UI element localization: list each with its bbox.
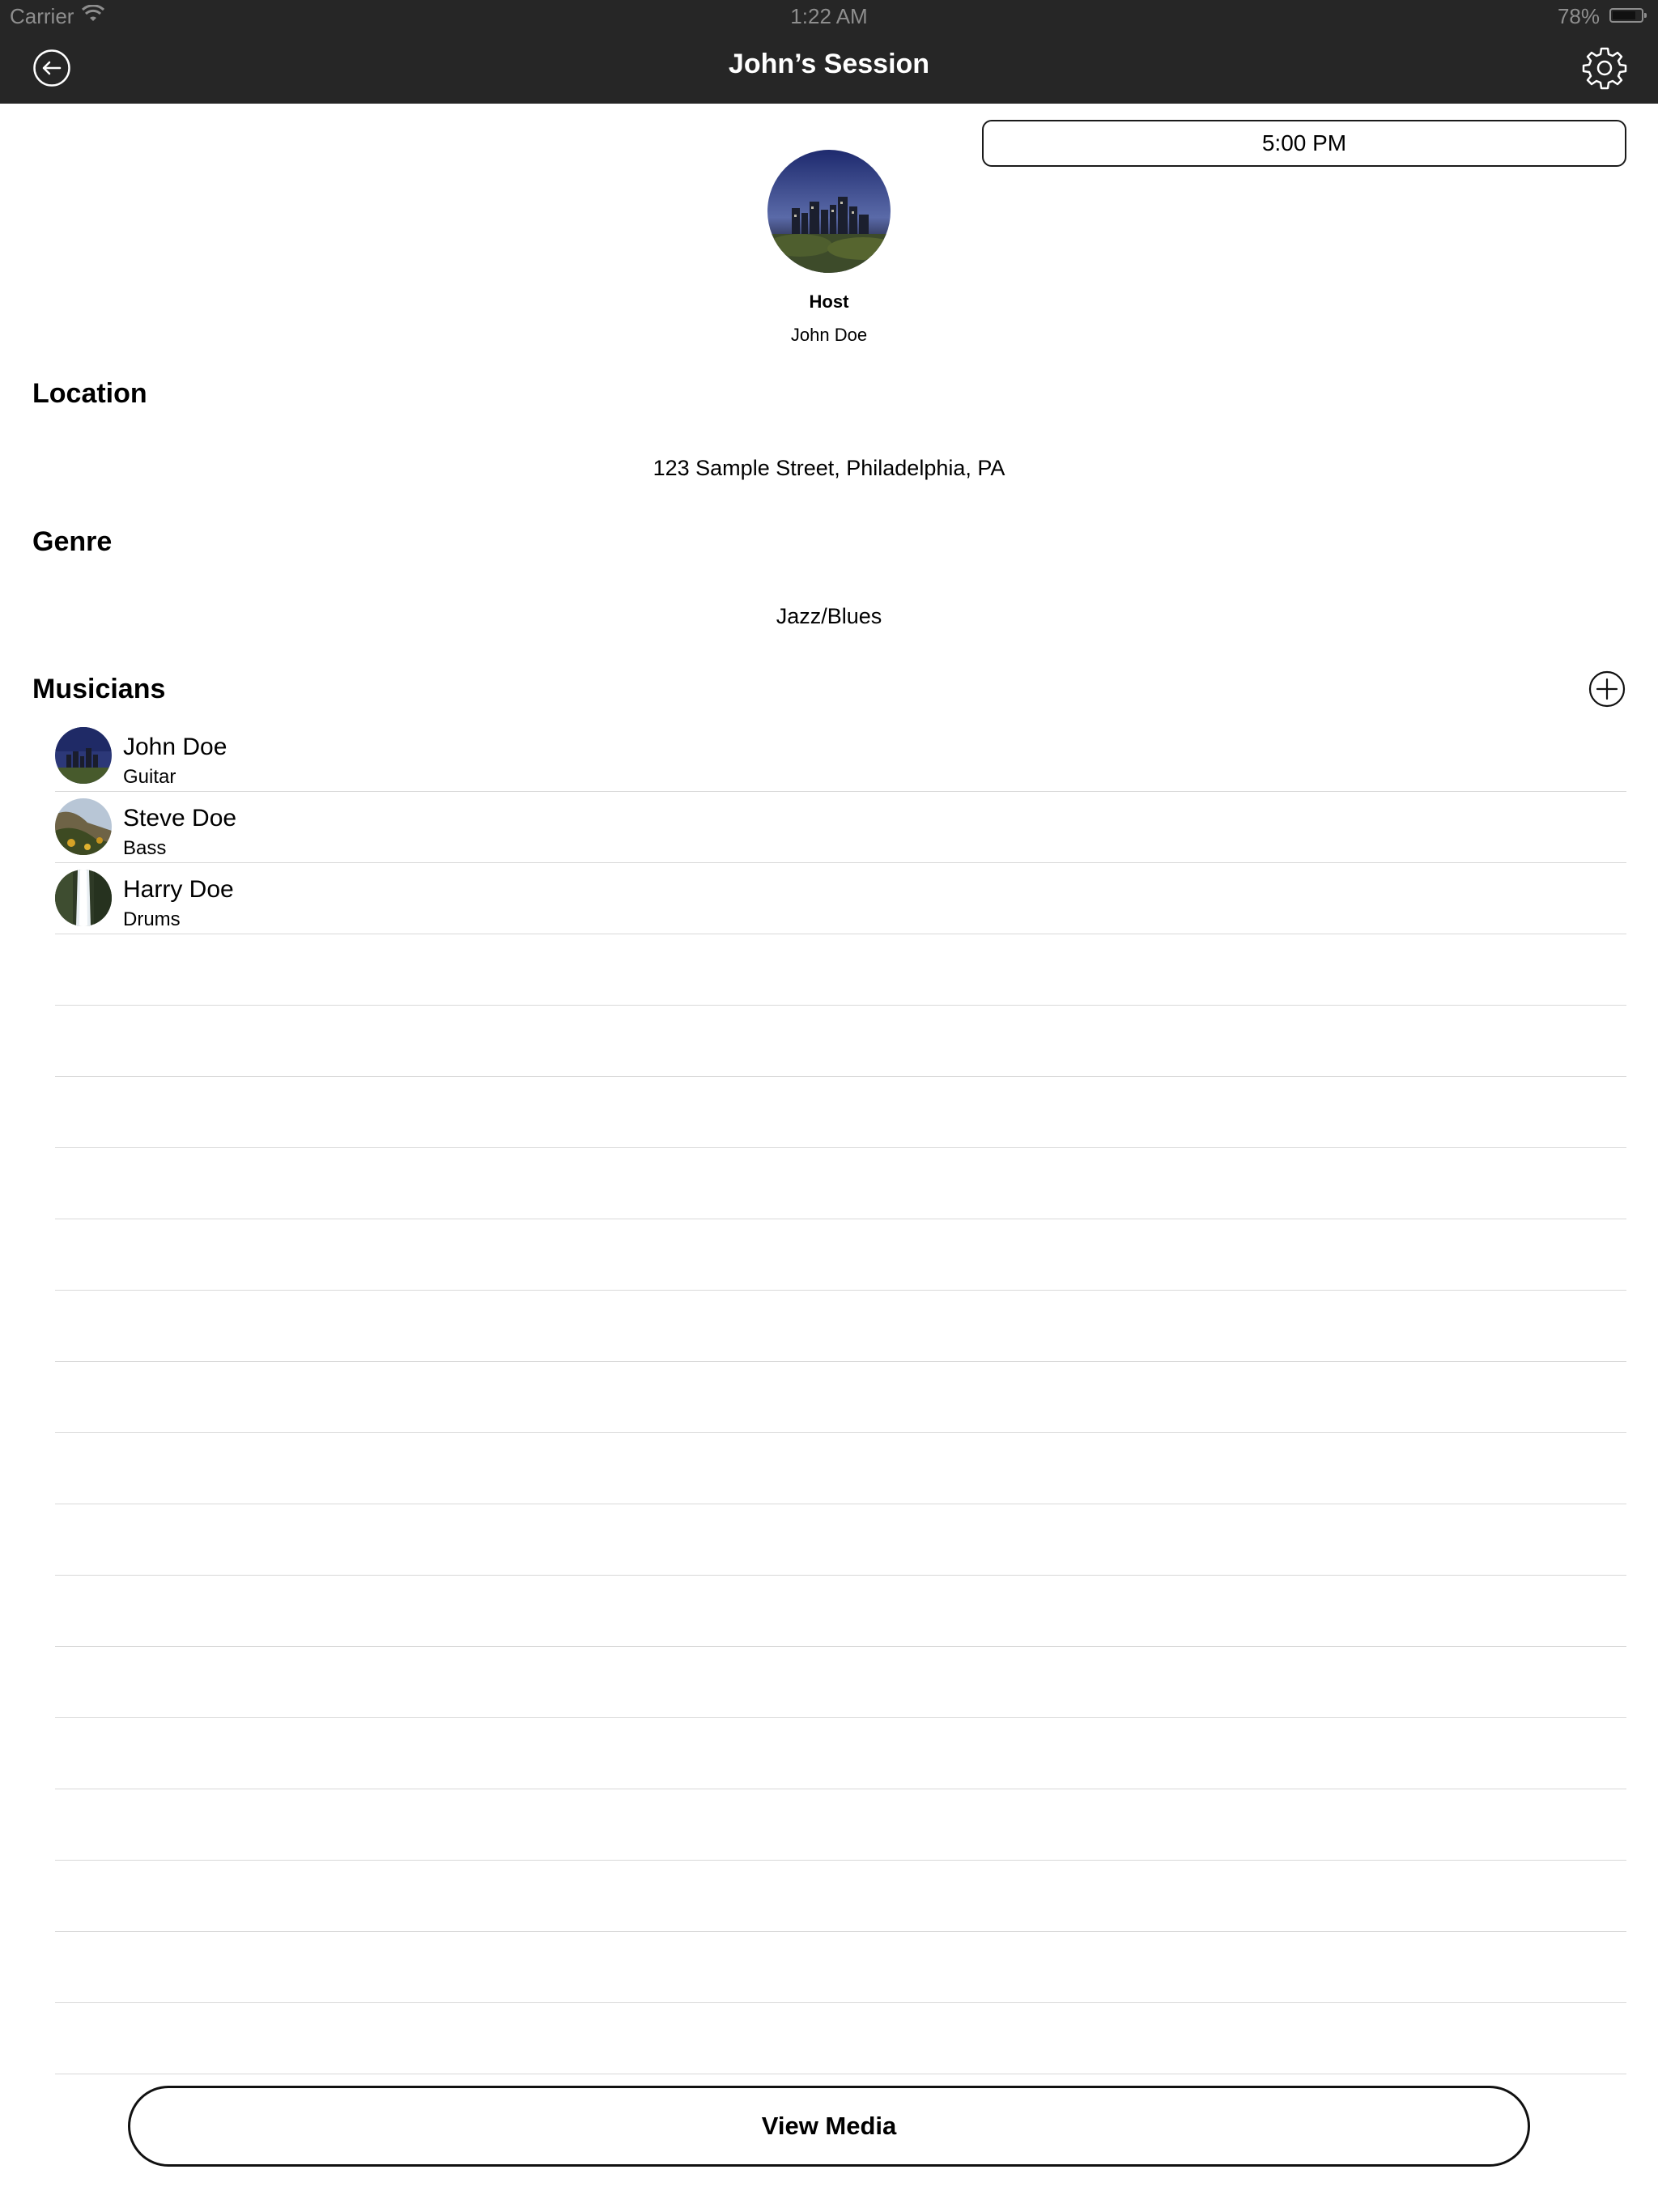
session-time-button[interactable]: 5:00 PM bbox=[982, 120, 1626, 167]
musician-instrument: Guitar bbox=[123, 766, 176, 788]
host-avatar[interactable] bbox=[767, 150, 891, 273]
status-bar: Carrier 1:22 AM 78% bbox=[0, 0, 1658, 32]
empty-table-row bbox=[55, 2003, 1626, 2074]
musician-name: John Doe bbox=[123, 734, 227, 760]
empty-table-row bbox=[55, 1932, 1626, 2003]
empty-table-row bbox=[55, 934, 1626, 1006]
musician-name: Harry Doe bbox=[123, 876, 234, 903]
gear-icon[interactable] bbox=[1582, 45, 1627, 91]
empty-table-row bbox=[55, 1006, 1626, 1077]
genre-title: Genre bbox=[32, 526, 113, 557]
host-label: Host bbox=[809, 291, 849, 312]
location-title: Location bbox=[32, 378, 147, 409]
empty-table-row bbox=[55, 1291, 1626, 1362]
location-value: 123 Sample Street, Philadelphia, PA bbox=[653, 456, 1005, 480]
musician-avatar bbox=[55, 727, 112, 784]
empty-table-row bbox=[55, 1148, 1626, 1219]
musician-avatar bbox=[55, 870, 112, 926]
musicians-title: Musicians bbox=[32, 674, 166, 704]
battery-percent: 78% bbox=[1557, 4, 1600, 28]
musician-instrument: Bass bbox=[123, 837, 167, 859]
empty-table-row bbox=[55, 1504, 1626, 1576]
genre-value: Jazz/Blues bbox=[776, 604, 882, 628]
musician-row[interactable]: John Doe Guitar bbox=[55, 721, 1626, 792]
musician-instrument: Drums bbox=[123, 908, 181, 930]
empty-table-row bbox=[55, 1433, 1626, 1504]
empty-table-row bbox=[55, 1718, 1626, 1789]
page-title: John’s Session bbox=[728, 49, 930, 79]
musician-avatar bbox=[55, 798, 112, 855]
empty-table-row bbox=[55, 1362, 1626, 1433]
empty-table-row bbox=[55, 1576, 1626, 1647]
musician-row[interactable]: Harry Doe Drums bbox=[55, 863, 1626, 934]
musician-name: Steve Doe bbox=[123, 805, 237, 832]
status-time: 1:22 AM bbox=[790, 4, 868, 28]
plus-circle-icon[interactable] bbox=[1588, 670, 1626, 708]
empty-table-row bbox=[55, 1861, 1626, 1932]
empty-table-row bbox=[55, 1077, 1626, 1148]
empty-table-row bbox=[55, 1647, 1626, 1718]
empty-table-row bbox=[55, 1789, 1626, 1861]
empty-table-row bbox=[55, 1219, 1626, 1291]
musician-row[interactable]: Steve Doe Bass bbox=[55, 792, 1626, 863]
battery-icon bbox=[1609, 8, 1647, 23]
view-media-button[interactable]: View Media bbox=[128, 2086, 1530, 2167]
host-name: John Doe bbox=[790, 325, 868, 345]
navigation-bar: Carrier 1:22 AM 78% John’s Session bbox=[0, 0, 1658, 104]
